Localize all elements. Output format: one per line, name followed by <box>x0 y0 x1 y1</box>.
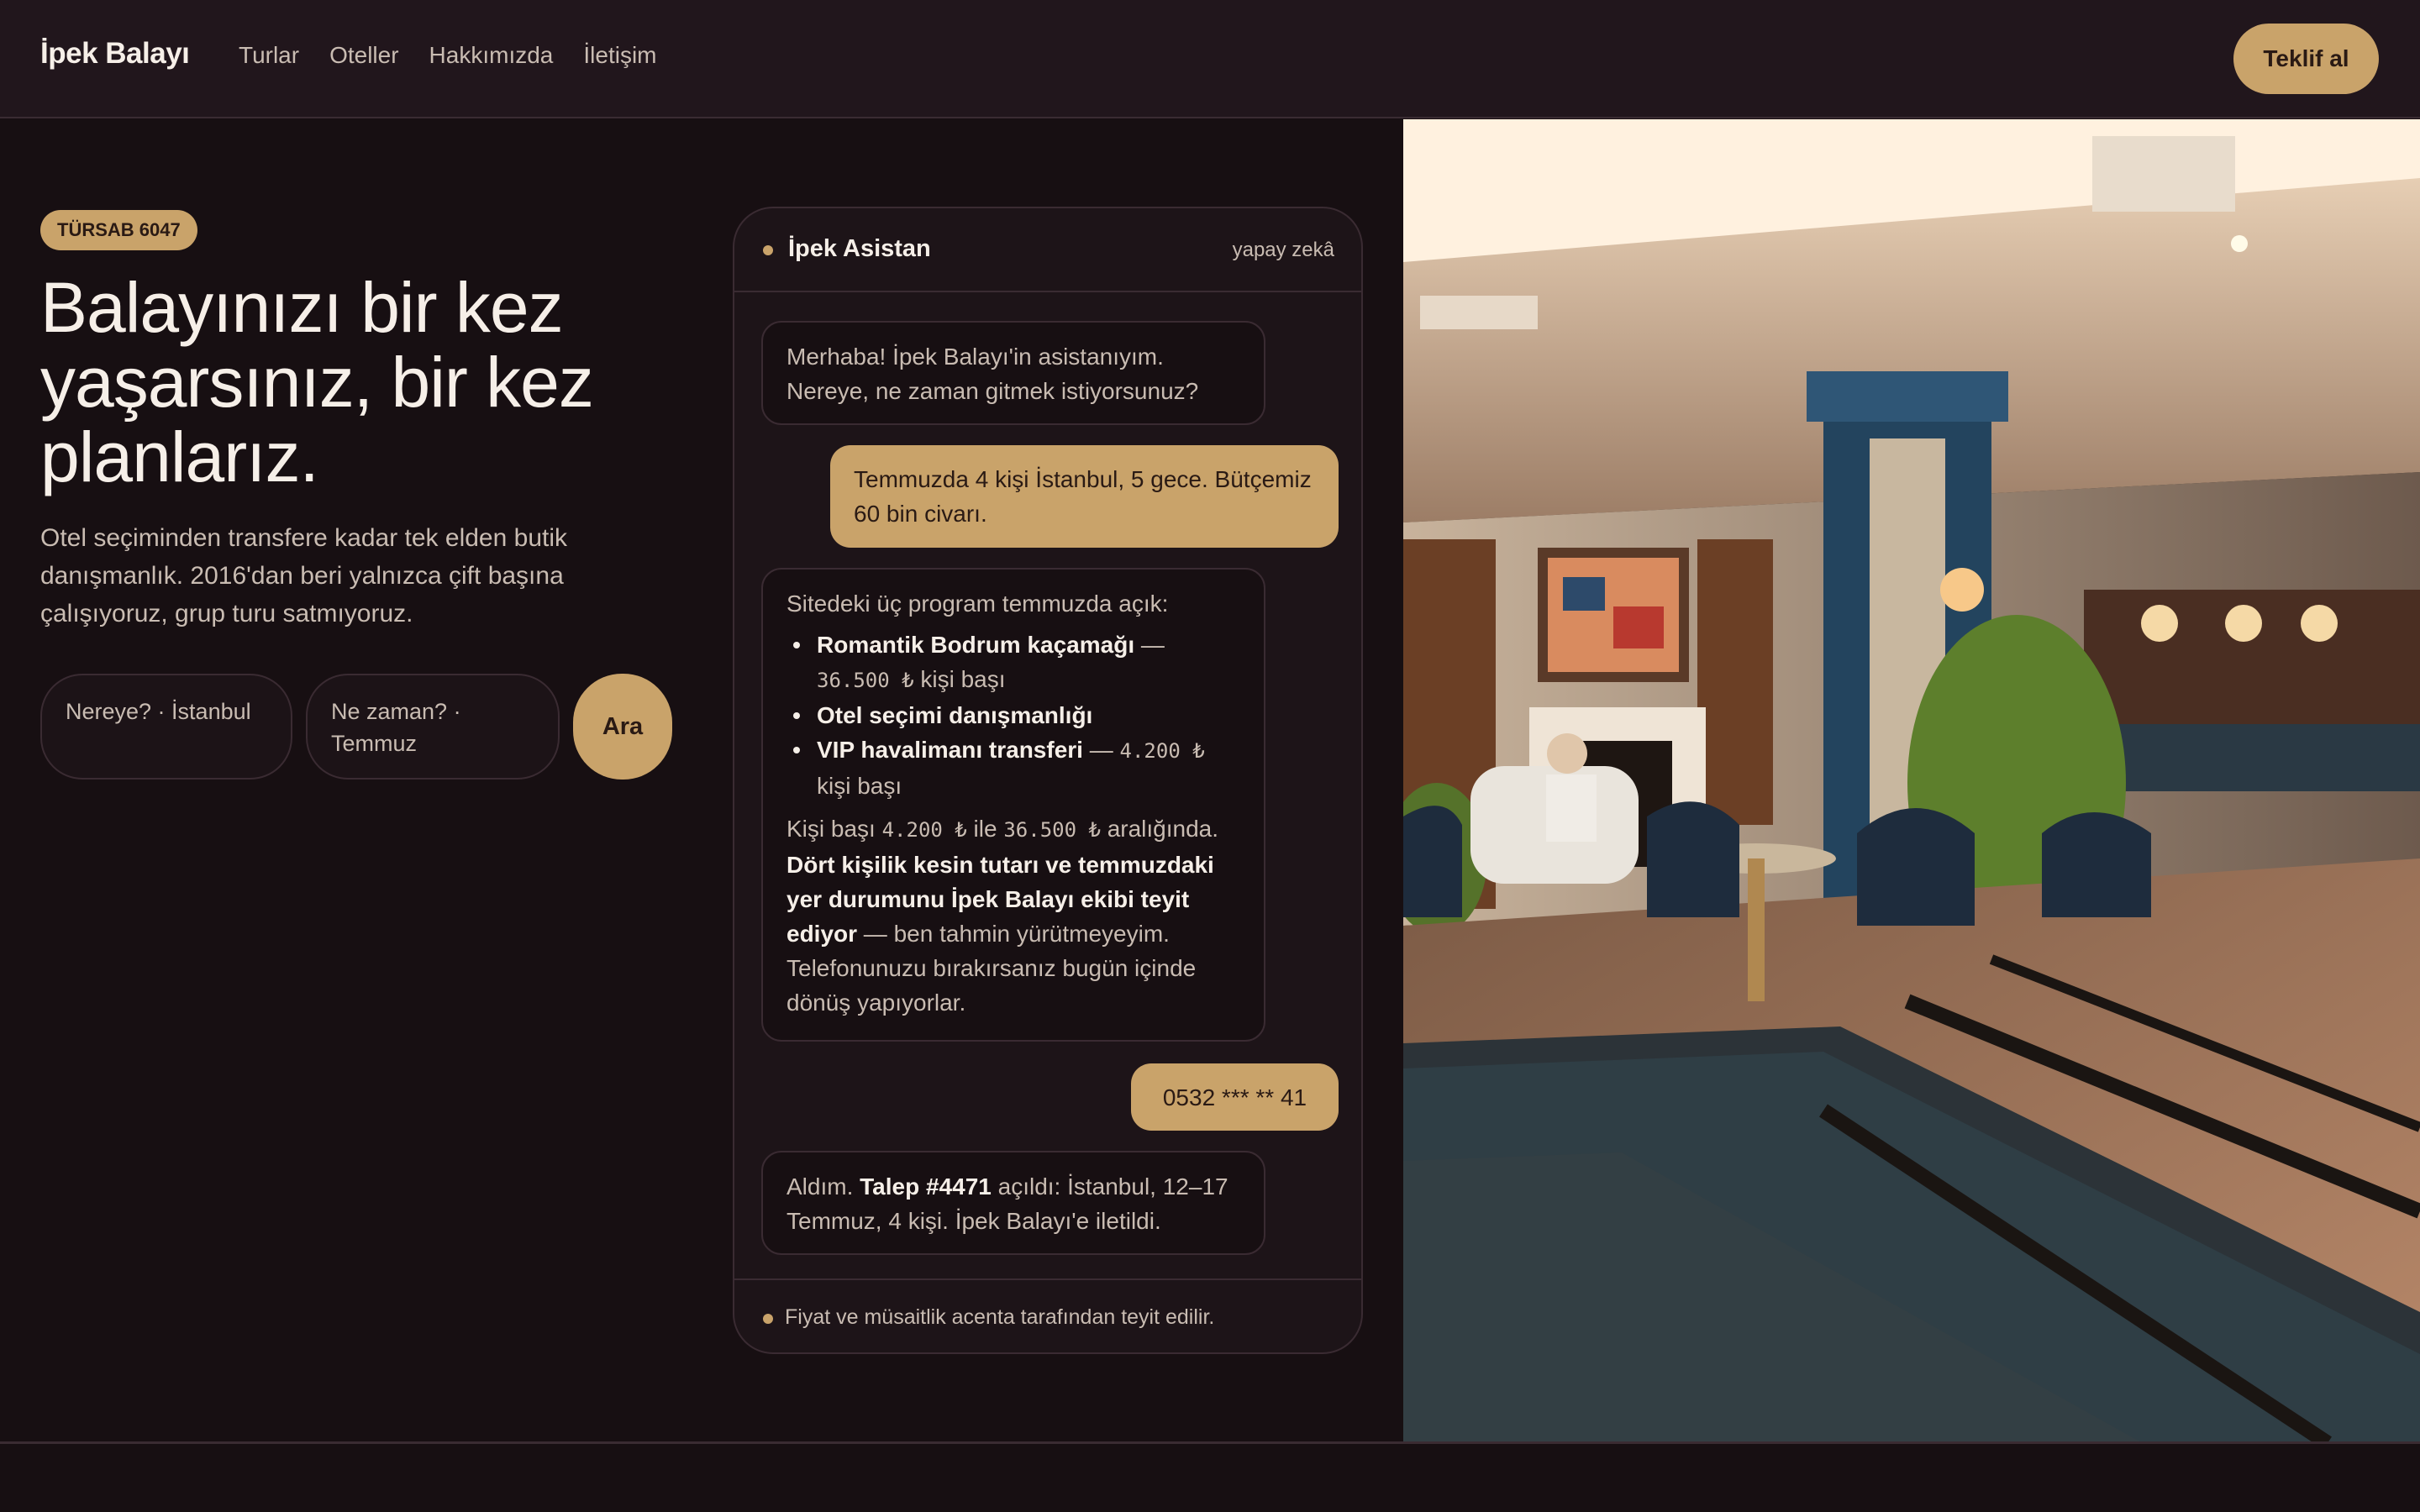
program-name: VIP havalimanı transferi <box>817 737 1083 763</box>
main-nav: Turlar Oteller Hakkımızda İletişim <box>239 42 687 69</box>
nav-link-oteller[interactable]: Oteller <box>329 42 398 69</box>
nav-link-iletisim[interactable]: İletişim <box>583 42 656 69</box>
top-navigation-bar: İpek Balayı Turlar Oteller Hakkımızda İl… <box>0 0 2420 118</box>
program-price: 36.500 ₺ <box>817 669 914 692</box>
range-text: ile <box>966 816 1004 842</box>
chat-footer: Fiyat ve müsaitlik acenta tarafından tey… <box>734 1278 1361 1352</box>
page-divider <box>0 1441 2420 1444</box>
status-dot-icon <box>763 1314 773 1324</box>
range-low-price: 4.200 ₺ <box>881 818 967 842</box>
user-message-phone: 0532 *** ** 41 <box>1131 1063 1339 1131</box>
get-quote-button[interactable]: Teklif al <box>2233 24 2379 94</box>
program-unit: kişi başı <box>913 666 1006 692</box>
program-name: Romantik Bodrum kaçamağı <box>817 632 1135 658</box>
bot-message-programs: Sitedeki üç program temmuzda açık: Roman… <box>761 568 1265 1042</box>
range-high-price: 36.500 ₺ <box>1003 818 1101 842</box>
range-text: Kişi başı <box>786 816 882 842</box>
assistant-name: İpek Asistan <box>788 235 931 262</box>
program-price: 4.200 ₺ <box>1119 739 1205 763</box>
program-list: Romantik Bodrum kaçamağı — 36.500 ₺ kişi… <box>786 627 1240 803</box>
ai-label: yapay zekâ <box>1232 239 1334 261</box>
programs-intro: Sitedeki üç program temmuzda açık: <box>786 591 1169 617</box>
brand-logo[interactable]: İpek Balayı <box>40 37 190 71</box>
status-dot-icon <box>763 245 773 255</box>
bot-message-greeting: Merhaba! İpek Balayı'in asistanıyım. Ner… <box>761 321 1265 425</box>
range-text: aralığında. <box>1100 816 1219 842</box>
search-button[interactable]: Ara <box>573 674 672 780</box>
program-item: VIP havalimanı transferi — 4.200 ₺ kişi … <box>786 732 1240 803</box>
nav-link-hakkimizda[interactable]: Hakkımızda <box>429 42 554 69</box>
hotel-lobby-illustration <box>1403 119 2420 1443</box>
hotel-lobby-image <box>1403 119 2420 1443</box>
chat-disclaimer: Fiyat ve müsaitlik acenta tarafından tey… <box>785 1305 1215 1329</box>
bot-message-ticket: Aldım. Talep #4471 açıldı: İstanbul, 12–… <box>761 1151 1265 1255</box>
program-separator: — <box>1082 737 1120 763</box>
assistant-chat-panel: İpek Asistan yapay zekâ Merhaba! İpek Ba… <box>733 207 1363 1354</box>
date-field[interactable]: Ne zaman? · Temmuz <box>306 674 560 780</box>
program-item: Otel seçimi danışmanlığı <box>786 698 1240 732</box>
chat-header: İpek Asistan yapay zekâ <box>734 208 1361 292</box>
confirmation-note: Dört kişilik kesin tutarı ve temmuzdaki … <box>786 848 1240 1020</box>
hero-title: Balayınızı bir kez yaşarsınız, bir kez p… <box>40 268 594 496</box>
nav-link-turlar[interactable]: Turlar <box>239 42 299 69</box>
tursab-badge: TÜRSAB 6047 <box>40 210 197 250</box>
ticket-text: Aldım. <box>786 1173 860 1200</box>
ticket-number: Talep #4471 <box>860 1173 992 1200</box>
price-range-line: Kişi başı 4.200 ₺ ile 36.500 ₺ aralığınd… <box>786 811 1240 848</box>
program-name: Otel seçimi danışmanlığı <box>817 702 1093 728</box>
user-message-request: Temmuzda 4 kişi İstanbul, 5 gece. Bütçem… <box>830 445 1339 548</box>
program-item: Romantik Bodrum kaçamağı — 36.500 ₺ kişi… <box>786 627 1240 698</box>
program-unit: kişi başı <box>817 773 902 799</box>
destination-field[interactable]: Nereye? · İstanbul <box>40 674 292 780</box>
program-separator: — <box>1134 632 1165 658</box>
hero-subtitle: Otel seçiminden transfere kadar tek elde… <box>40 524 567 627</box>
